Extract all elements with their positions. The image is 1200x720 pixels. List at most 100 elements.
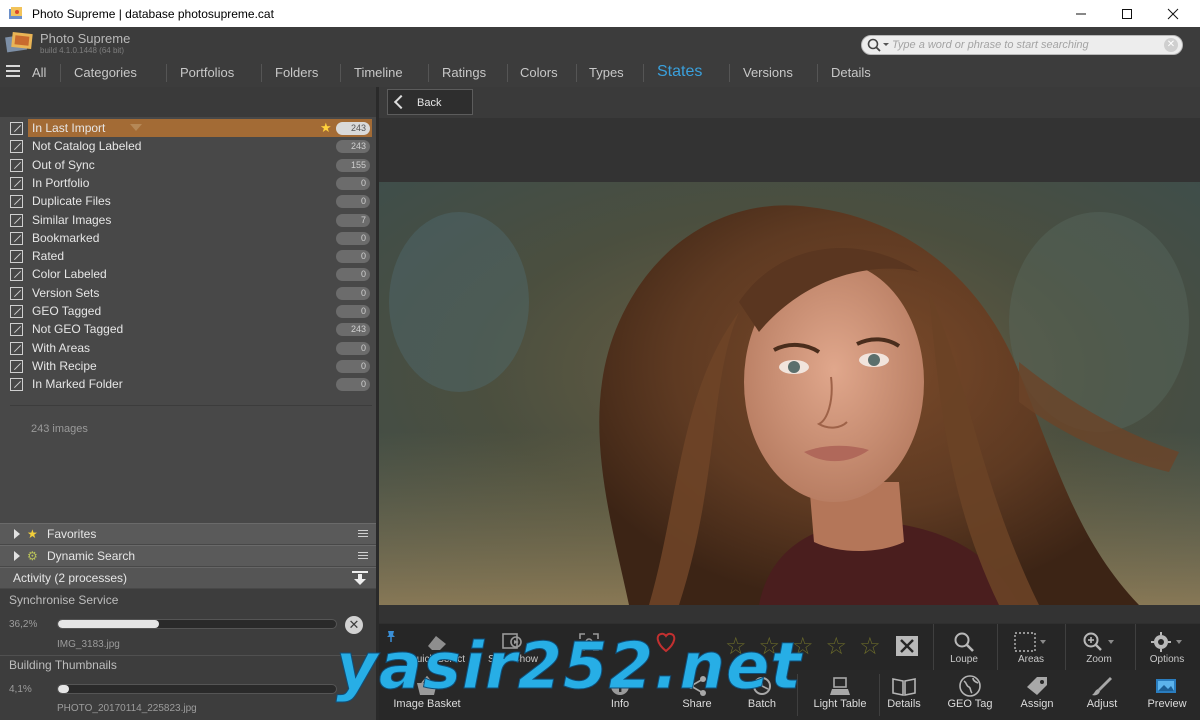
download-icon[interactable] (352, 571, 368, 585)
activity-header[interactable]: Activity (2 processes) (0, 567, 376, 588)
clear-search-button[interactable]: ✕ (1164, 38, 1178, 52)
menu-icon[interactable] (358, 530, 368, 539)
areas-button[interactable]: Areas (1005, 630, 1057, 665)
clear-icon (896, 636, 918, 656)
state-label: In Portfolio (32, 176, 90, 190)
geo-tag-button[interactable]: GEO Tag (942, 674, 998, 710)
tab-timeline[interactable]: Timeline (354, 65, 403, 80)
star-icon: ★ (27, 527, 38, 541)
state-edit-icon (10, 232, 23, 245)
state-item-color-labeled[interactable]: Color Labeled 0 (0, 265, 376, 283)
state-item-bookmarked[interactable]: Bookmarked 0 (0, 229, 376, 247)
adjust-button[interactable]: Adjust (1077, 674, 1127, 710)
chevron-left-icon (393, 94, 409, 110)
app-build: build 4.1.0.1448 (64 bit) (40, 46, 125, 55)
app-header: Photo Supreme build 4.1.0.1448 (64 bit) … (0, 27, 1200, 59)
state-edit-icon (10, 287, 23, 300)
activity-title: Activity (2 processes) (13, 571, 128, 585)
tab-categories[interactable]: Categories (74, 65, 137, 80)
tag-icon (1027, 677, 1047, 695)
app-name: Photo Supreme (40, 31, 131, 46)
tab-details[interactable]: Details (831, 65, 871, 80)
tab-versions[interactable]: Versions (743, 65, 793, 80)
tab-ratings[interactable]: Ratings (442, 65, 486, 80)
state-label: Not Catalog Labeled (32, 139, 142, 153)
tab-folders[interactable]: Folders (275, 65, 318, 80)
state-edit-icon (10, 323, 23, 336)
tab-bar: All Categories Portfolios Folders Timeli… (0, 59, 1200, 87)
dynamic-search-label: Dynamic Search (47, 549, 136, 563)
delete-rating-button[interactable] (893, 634, 921, 658)
state-edit-icon (10, 250, 23, 263)
state-count: 0 (336, 195, 370, 208)
process-percent: 4,1% (9, 684, 32, 695)
dropdown-icon[interactable] (130, 124, 142, 131)
state-label: Version Sets (32, 286, 100, 300)
loupe-button[interactable]: Loupe (939, 630, 989, 665)
tab-types[interactable]: Types (589, 65, 624, 80)
state-edit-icon (10, 214, 23, 227)
dynamic-search-accordion[interactable]: ⚙ Dynamic Search (0, 545, 376, 566)
areas-label: Areas (1017, 654, 1045, 665)
state-item-in-portfolio[interactable]: In Portfolio 0 (0, 174, 376, 192)
tab-colors[interactable]: Colors (520, 65, 558, 80)
state-item-not-geo-tagged[interactable]: Not GEO Tagged 243 (0, 320, 376, 338)
state-item-version-sets[interactable]: Version Sets 0 (0, 284, 376, 302)
hamburger-menu-icon[interactable] (6, 65, 20, 77)
tab-states[interactable]: States (657, 63, 702, 81)
expand-arrow-icon (14, 529, 20, 539)
progress-bar (57, 684, 337, 694)
close-button[interactable] (1150, 0, 1196, 27)
state-edit-icon (10, 305, 23, 318)
state-item-out-of-sync[interactable]: Out of Sync 155 (0, 156, 376, 174)
back-button[interactable]: Back (387, 89, 473, 115)
state-label: Bookmarked (32, 231, 100, 245)
assign-button[interactable]: Assign (1012, 674, 1062, 710)
favorites-accordion[interactable]: ★ Favorites (0, 523, 376, 544)
options-label: Options (1149, 654, 1185, 665)
star-icon[interactable]: ☆ (859, 635, 881, 659)
minimize-icon (1076, 13, 1086, 14)
process-file: IMG_3183.jpg (57, 639, 120, 650)
minimize-button[interactable] (1058, 0, 1104, 27)
state-item-not-catalog-labeled[interactable]: Not Catalog Labeled 243 (0, 137, 376, 155)
watermark: yasir252.net (336, 630, 802, 705)
details-label: Details (887, 698, 921, 710)
states-panel: In Last Import ★ 243 Not Catalog Labeled… (0, 87, 376, 720)
search-box[interactable]: ✕ (861, 35, 1183, 55)
areas-icon (1014, 632, 1046, 652)
state-label: With Recipe (32, 359, 97, 373)
process-file: PHOTO_20170114_225823.jpg (57, 703, 197, 714)
light-table-button[interactable]: Light Table (805, 674, 875, 710)
tab-portfolios[interactable]: Portfolios (180, 65, 234, 80)
state-item-with-areas[interactable]: With Areas 0 (0, 339, 376, 357)
state-count: 0 (336, 232, 370, 245)
preview-button[interactable]: Preview (1141, 674, 1193, 710)
state-label: Not GEO Tagged (32, 322, 124, 336)
state-item-with-recipe[interactable]: With Recipe 0 (0, 357, 376, 375)
maximize-button[interactable] (1104, 0, 1150, 27)
activity-panel: Synchronise Service 36,2% IMG_3183.jpg ✕… (0, 589, 376, 720)
menu-icon[interactable] (358, 552, 368, 561)
state-item-in-last-import[interactable]: In Last Import ★ 243 (0, 119, 376, 137)
state-edit-icon (10, 268, 23, 281)
details-button[interactable]: Details (879, 674, 929, 710)
image-viewer[interactable] (379, 118, 1200, 623)
state-item-similar-images[interactable]: Similar Images 7 (0, 211, 376, 229)
state-edit-icon (10, 159, 23, 172)
state-count: 0 (336, 378, 370, 391)
tab-all[interactable]: All (32, 65, 46, 80)
state-edit-icon (10, 195, 23, 208)
state-item-duplicate-files[interactable]: Duplicate Files 0 (0, 192, 376, 210)
state-item-geo-tagged[interactable]: GEO Tagged 0 (0, 302, 376, 320)
options-button[interactable]: Options (1141, 630, 1193, 665)
state-count: 243 (336, 140, 370, 153)
state-item-rated[interactable]: Rated 0 (0, 247, 376, 265)
state-item-in-marked-folder[interactable]: In Marked Folder 0 (0, 375, 376, 393)
star-icon[interactable]: ☆ (826, 635, 848, 659)
state-label: GEO Tagged (32, 304, 102, 318)
state-label: In Marked Folder (32, 377, 123, 391)
search-input[interactable] (892, 37, 1160, 53)
zoom-button[interactable]: Zoom (1073, 630, 1125, 665)
window-title: Photo Supreme | database photosupreme.ca… (32, 6, 274, 21)
